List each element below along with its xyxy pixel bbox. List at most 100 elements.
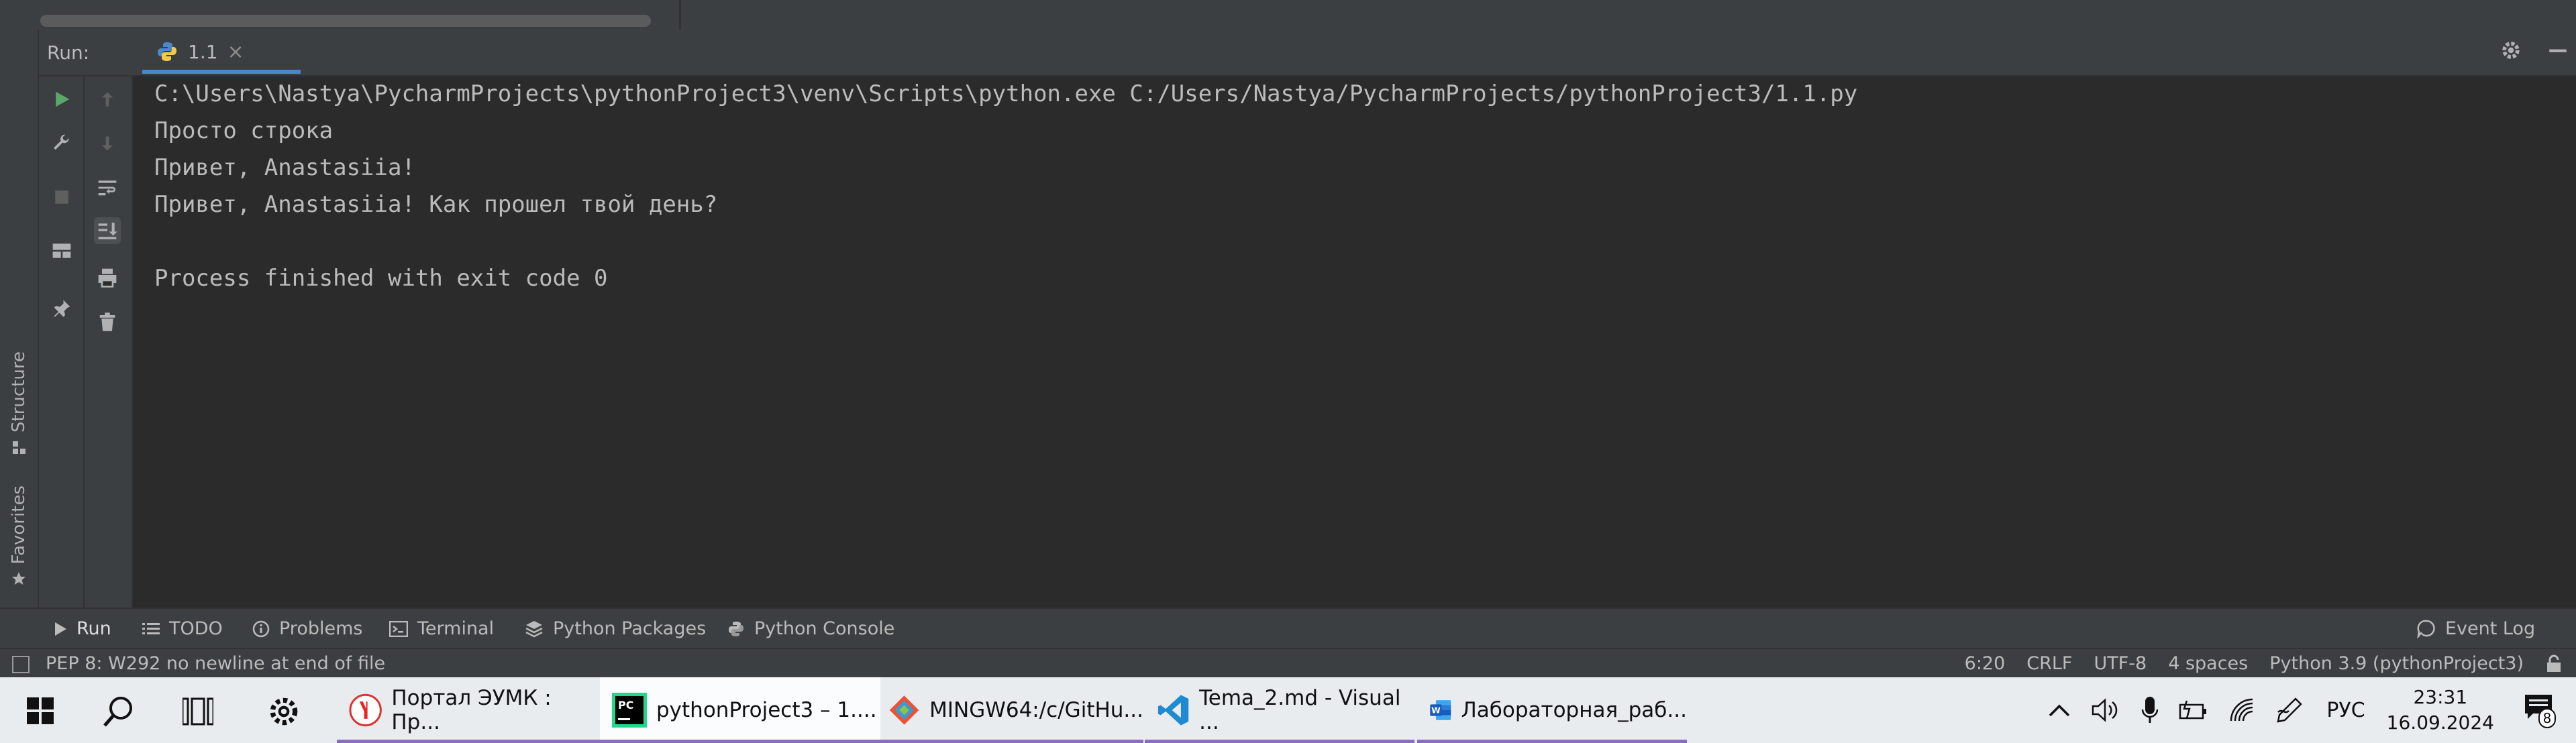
app-open-indicator — [1145, 740, 1414, 743]
python-packages-tool-tab[interactable]: Python Packages — [525, 618, 706, 639]
yandex-browser-icon — [349, 693, 382, 727]
task-view-icon[interactable] — [183, 697, 213, 726]
minimize-icon[interactable] — [2546, 39, 2569, 62]
app-open-indicator — [1417, 740, 1687, 743]
run-tab-close-icon[interactable]: × — [227, 40, 244, 64]
active-tab-underline — [142, 70, 301, 74]
pycharm-icon: PC — [612, 693, 647, 728]
printer-icon — [98, 268, 117, 288]
input-language[interactable]: РУС — [2326, 699, 2365, 722]
scroll-to-end-button[interactable] — [94, 217, 121, 244]
run-tool-tab[interactable]: Run — [54, 618, 111, 639]
word-icon: W — [1430, 700, 1451, 720]
console-line: Привет, Anastasiia! — [154, 154, 415, 181]
pin-icon — [54, 300, 70, 317]
line-separator[interactable]: CRLF — [2026, 653, 2072, 674]
edit-config-button[interactable] — [48, 130, 75, 157]
python-interpreter[interactable]: Python 3.9 (pythonProject3) — [2269, 653, 2524, 674]
todo-tool-tab[interactable]: TODO — [142, 618, 223, 639]
indent-setting[interactable]: 4 spaces — [2168, 653, 2248, 674]
structure-icon — [13, 441, 25, 454]
run-tab-name: 1.1 — [188, 40, 218, 63]
event-log-tool-tab[interactable]: Event Log — [2417, 618, 2535, 639]
notification-count: 8 — [2538, 708, 2556, 728]
editor-top-area — [0, 0, 2576, 30]
problems-tool-tab[interactable]: Problems — [252, 618, 362, 639]
windows-taskbar: Портал ЭУМК : Пр... PC pythonProject3 – … — [0, 677, 2576, 743]
chevron-up-icon[interactable] — [2047, 702, 2071, 718]
tool-window-bar: Run TODO Problems Terminal Python Packag… — [0, 608, 2576, 649]
run-tool-tab-label: Run — [76, 618, 111, 639]
notification-center[interactable]: 8 — [2524, 693, 2556, 728]
clock[interactable]: 23:31 16.09.2024 — [2387, 685, 2494, 736]
python-icon — [158, 42, 176, 61]
stop-button[interactable] — [48, 184, 75, 211]
trash-icon — [99, 312, 115, 331]
structure-tab[interactable]: Structure — [4, 351, 34, 455]
speaker-icon[interactable] — [2092, 698, 2121, 722]
layout-button[interactable] — [48, 237, 75, 264]
soft-wrap-button[interactable] — [94, 174, 121, 201]
structure-tab-label: Structure — [9, 351, 29, 433]
horizontal-scrollbar[interactable] — [40, 15, 651, 27]
divider — [679, 0, 681, 30]
wifi-icon[interactable] — [2228, 698, 2255, 722]
wrench-icon — [54, 134, 69, 150]
arrow-up-icon — [101, 92, 113, 107]
pin-tab-button[interactable] — [48, 295, 75, 322]
svg-text:PC: PC — [618, 699, 633, 711]
print-button[interactable] — [94, 264, 121, 291]
app-open-indicator — [600, 740, 880, 743]
status-message[interactable]: PEP 8: W292 no newline at end of file — [46, 653, 385, 674]
gear-icon[interactable] — [2500, 39, 2522, 62]
play-icon — [56, 91, 70, 107]
up-button[interactable] — [94, 86, 121, 113]
terminal-icon — [389, 620, 408, 637]
microphone-icon[interactable] — [2141, 696, 2159, 724]
pen-icon[interactable] — [2275, 696, 2304, 724]
search-icon[interactable] — [102, 695, 136, 728]
run-tab-1-1[interactable]: 1.1 × — [118, 30, 301, 74]
toggle-tool-windows-icon[interactable] — [12, 656, 30, 673]
lock-icon[interactable] — [2545, 654, 2563, 673]
star-icon — [12, 572, 25, 585]
taskbar-app-vscode[interactable]: Tema_2.md - Visual ... — [1145, 677, 1414, 743]
console-line: Просто строка — [154, 117, 333, 144]
clear-all-button[interactable] — [94, 308, 121, 335]
taskbar-app-word[interactable]: W Лабораторная_раб... — [1417, 677, 1687, 743]
python-console-icon — [729, 621, 743, 636]
terminal-tool-tab[interactable]: Terminal — [389, 618, 494, 639]
list-icon — [142, 622, 160, 634]
taskbar-app-label: Лабораторная_раб... — [1461, 698, 1687, 722]
clock-date: 16.09.2024 — [2386, 711, 2494, 734]
system-tray: РУС 23:31 16.09.2024 8 — [2047, 677, 2576, 743]
rerun-button[interactable] — [48, 86, 75, 113]
play-icon — [55, 622, 66, 636]
python-console-tool-tab[interactable]: Python Console — [727, 618, 894, 639]
down-button[interactable] — [94, 130, 121, 157]
taskbar-app-pycharm[interactable]: PC pythonProject3 – 1.... — [600, 677, 880, 743]
taskbar-app-yandex[interactable]: Портал ЭУМК : Пр... — [337, 677, 604, 743]
settings-gear-icon[interactable] — [267, 695, 301, 728]
taskbar-app-label: pythonProject3 – 1.... — [656, 698, 877, 722]
arrow-down-icon — [101, 136, 113, 151]
layers-icon — [525, 620, 543, 637]
run-panel-header: Run: 1.1 × — [39, 30, 2576, 76]
taskbar-app-git-bash[interactable]: MINGW64:/c/GitHu... — [876, 677, 1143, 743]
windows-start-icon[interactable] — [27, 697, 54, 724]
app-open-indicator — [876, 740, 1143, 743]
battery-icon[interactable] — [2179, 698, 2208, 722]
favorites-tab[interactable]: Favorites — [4, 485, 34, 587]
vscode-icon — [1157, 695, 1189, 726]
event-log-icon — [2417, 620, 2435, 638]
console-line: Привет, Anastasiia! Как прошел твой день… — [154, 191, 718, 218]
stop-icon — [55, 190, 68, 204]
console-output[interactable]: C:\Users\Nastya\PycharmProjects\pythonPr… — [133, 76, 2576, 608]
soft-wrap-icon — [98, 180, 117, 196]
scroll-to-end-icon — [98, 223, 117, 239]
file-encoding[interactable]: UTF-8 — [2094, 653, 2147, 674]
layout-icon — [52, 243, 71, 258]
run-toolbar-primary — [39, 76, 85, 608]
taskbar-app-label: Tema_2.md - Visual ... — [1199, 686, 1401, 734]
caret-position[interactable]: 6:20 — [1965, 653, 2006, 674]
